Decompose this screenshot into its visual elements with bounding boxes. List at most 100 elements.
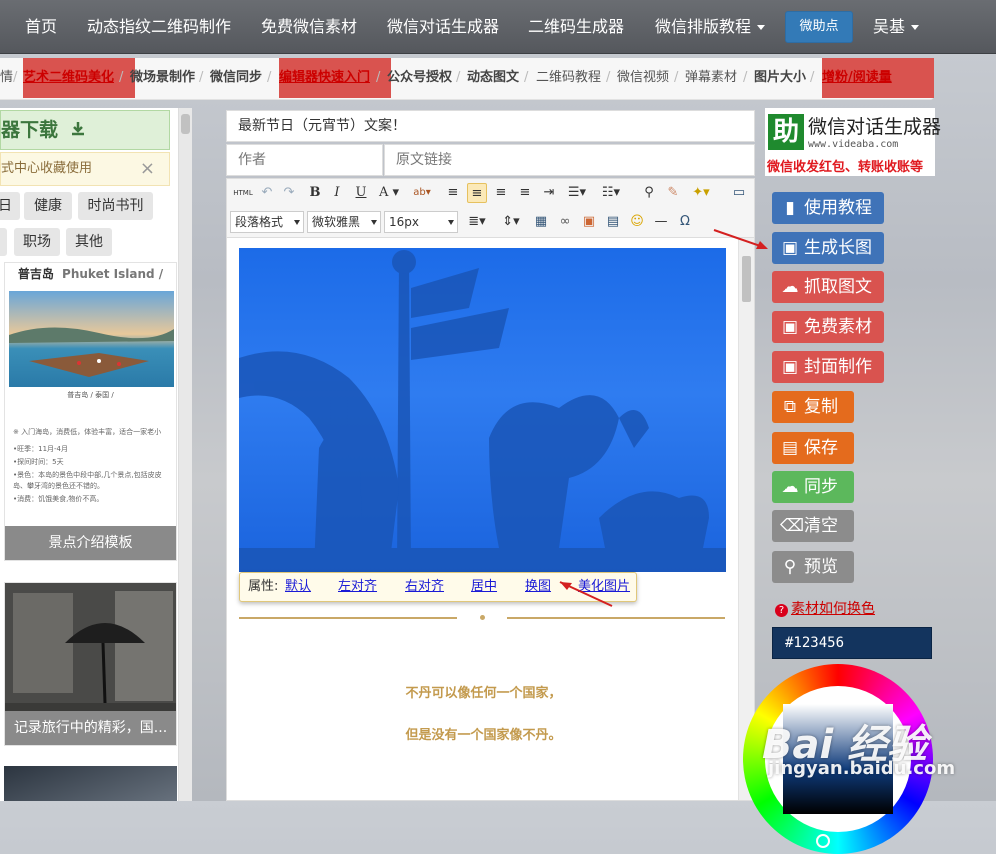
image-align-left-link[interactable]: 左对齐 xyxy=(338,573,377,601)
italic-button[interactable]: I xyxy=(327,183,347,203)
copy-button[interactable]: ⧉ 复制 xyxy=(772,391,854,423)
divider-line xyxy=(239,617,457,619)
assistant-button[interactable]: 微助点 xyxy=(785,11,853,43)
font-color-button[interactable]: A ▾ xyxy=(375,183,403,203)
underline-button[interactable]: U xyxy=(351,183,371,203)
tag-other[interactable]: 其他 xyxy=(66,228,112,256)
template-card-scenic[interactable]: 普吉岛 Phuket Island / 普吉岛 / 泰国 / ※ 入门海岛，消费… xyxy=(4,262,177,561)
article-title-input[interactable]: 最新节日（元宵节）文案！ xyxy=(226,110,755,142)
highlight-icon[interactable]: ab▾ xyxy=(407,183,437,203)
separator: / xyxy=(199,70,204,85)
sub-link-sync[interactable]: 微信同步 xyxy=(210,58,262,98)
download-banner[interactable]: 器下载 xyxy=(0,110,170,150)
font-family-select[interactable]: 微软雅黑 xyxy=(307,211,381,233)
scrollbar-thumb[interactable] xyxy=(181,114,190,134)
sub-link-scene[interactable]: 微场景制作 xyxy=(130,58,195,98)
sub-link-image-size[interactable]: 图片大小 xyxy=(754,58,806,98)
user-menu[interactable]: 吴基 xyxy=(873,0,920,54)
image-insert-icon[interactable]: ▣ xyxy=(579,212,599,232)
nav-layout-tutorial[interactable]: 微信排版教程 xyxy=(655,0,766,54)
tag-day[interactable]: 日 xyxy=(0,192,20,220)
chat-generator-logo[interactable]: 助 微信对话生成器 www.videaba.com 微信收发红包、转账收账等 xyxy=(765,108,941,176)
image-center-link[interactable]: 居中 xyxy=(471,573,497,601)
sub-link-video[interactable]: 微信视频 xyxy=(617,58,669,98)
align-left-icon[interactable]: ≡ xyxy=(443,183,463,203)
top-navigation-bar: 首页 动态指纹二维码制作 免费微信素材 微信对话生成器 二维码生成器 微信排版教… xyxy=(0,0,996,54)
template-card-next[interactable] xyxy=(4,766,177,801)
source-link-input[interactable]: 原文链接 xyxy=(384,144,755,176)
paragraph-spacing-icon[interactable]: ⇕▾ xyxy=(497,212,525,232)
line-height-icon[interactable]: ≣▾ xyxy=(463,212,491,232)
nav-chat-generator[interactable]: 微信对话生成器 xyxy=(387,0,499,54)
special-char-button[interactable]: Ω xyxy=(675,212,695,232)
horizontal-rule-icon[interactable]: — xyxy=(651,212,671,232)
author-input[interactable]: 作者 xyxy=(226,144,383,176)
image-replace-link[interactable]: 换图 xyxy=(525,573,551,601)
color-picker-marker[interactable] xyxy=(816,834,830,848)
tag-fashion[interactable]: 时尚书刊 xyxy=(78,192,153,220)
template-location: 普吉岛 / 泰国 / xyxy=(67,391,114,399)
sub-link-danmaku[interactable]: 弹幕素材 xyxy=(685,58,737,98)
template-card-travel[interactable]: 记录旅行中的精彩，国... xyxy=(4,582,177,746)
secondary-link-bar: 情 / 艺术二维码美化 / 微场景制作 / 微信同步 / 编辑器快速入门 / 公… xyxy=(0,58,934,100)
paragraph-format-select[interactable]: 段落格式 xyxy=(230,211,304,233)
logo-mark: 助 xyxy=(768,114,804,150)
sub-link-auth[interactable]: 公众号授权 xyxy=(387,58,452,98)
video-icon[interactable]: ▤ xyxy=(603,212,623,232)
tag-hidden[interactable] xyxy=(0,228,7,256)
article-image[interactable] xyxy=(239,248,726,572)
sub-link-quickstart[interactable]: 编辑器快速入门 xyxy=(279,58,391,98)
sub-link-qr-tutorial[interactable]: 二维码教程 xyxy=(536,58,601,98)
eraser-icon[interactable]: ✎ xyxy=(663,183,683,203)
link-icon[interactable]: ∞ xyxy=(555,212,575,232)
image-default-link[interactable]: 默认 xyxy=(285,573,311,601)
separator: / xyxy=(524,70,529,85)
image-align-right-link[interactable]: 右对齐 xyxy=(405,573,444,601)
find-replace-icon[interactable]: ⚲ xyxy=(639,183,659,203)
align-right-icon[interactable]: ≡ xyxy=(491,183,511,203)
bullet-list-icon[interactable]: ☰▾ xyxy=(563,183,591,203)
bold-button[interactable]: B xyxy=(305,183,325,203)
nav-dynamic-qr[interactable]: 动态指纹二维码制作 xyxy=(87,0,231,54)
free-material-button[interactable]: ▣ 免费素材 xyxy=(772,311,884,343)
redo-icon[interactable]: ↷ xyxy=(279,183,299,203)
fetch-article-button[interactable]: ☁ 抓取图文 xyxy=(772,271,884,303)
nav-home[interactable]: 首页 xyxy=(25,0,57,54)
nav-qr-generator[interactable]: 二维码生成器 xyxy=(528,0,624,54)
annotation-arrow-icon xyxy=(559,581,613,607)
font-size-select[interactable]: 16px xyxy=(384,211,458,233)
scrollbar-thumb[interactable] xyxy=(742,256,751,302)
numbered-list-icon[interactable]: ☷▾ xyxy=(597,183,625,203)
emoji-icon[interactable]: ☺ xyxy=(627,212,647,232)
generate-long-image-button[interactable]: ▣ 生成长图 xyxy=(772,232,884,264)
color-help-link[interactable]: ? 素材如何换色 xyxy=(775,598,875,618)
tag-workplace[interactable]: 职场 xyxy=(14,228,60,256)
magic-wand-icon[interactable]: ✦▾ xyxy=(687,183,715,203)
editor-content-area[interactable]: 属性: 默认 左对齐 右对齐 居中 换图 美化图片 不丹可以像任何一个国家， 但… xyxy=(226,238,755,801)
sync-button[interactable]: ☁ 同步 xyxy=(772,471,854,503)
preview-button[interactable]: ⚲ 预览 xyxy=(772,551,854,583)
clear-button[interactable]: ⌫清空 xyxy=(772,510,854,542)
question-icon: ? xyxy=(775,604,788,617)
sidebar-scrollbar[interactable] xyxy=(178,108,192,801)
close-icon[interactable]: × xyxy=(140,153,155,185)
sub-link-0[interactable]: 情 xyxy=(0,58,13,98)
sub-link-dynamic[interactable]: 动态图文 xyxy=(467,58,519,98)
nav-free-material[interactable]: 免费微信素材 xyxy=(261,0,357,54)
tutorial-button[interactable]: ▮ 使用教程 xyxy=(772,192,884,224)
save-button[interactable]: ▤ 保存 xyxy=(772,432,854,464)
download-icon xyxy=(71,122,84,136)
undo-icon[interactable]: ↶ xyxy=(257,183,277,203)
color-hex-input[interactable]: #123456 xyxy=(772,627,932,659)
cover-maker-button[interactable]: ▣ 封面制作 xyxy=(772,351,884,383)
preview-screen-icon[interactable]: ▭ xyxy=(729,183,749,203)
tools-column: 助 微信对话生成器 www.videaba.com 微信收发红包、转账收账等 ▮… xyxy=(743,108,941,854)
tip-text: 式中心收藏使用 xyxy=(1,161,93,176)
align-center-icon[interactable]: ≡ xyxy=(467,183,487,203)
table-icon[interactable]: ▦ xyxy=(531,212,551,232)
html-source-button[interactable]: HTML xyxy=(231,183,255,203)
align-justify-icon[interactable]: ≡ xyxy=(515,183,535,203)
sub-link-growth[interactable]: 增粉/阅读量 xyxy=(822,58,934,98)
indent-icon[interactable]: ⇥ xyxy=(539,183,559,203)
tag-health[interactable]: 健康 xyxy=(24,192,72,220)
